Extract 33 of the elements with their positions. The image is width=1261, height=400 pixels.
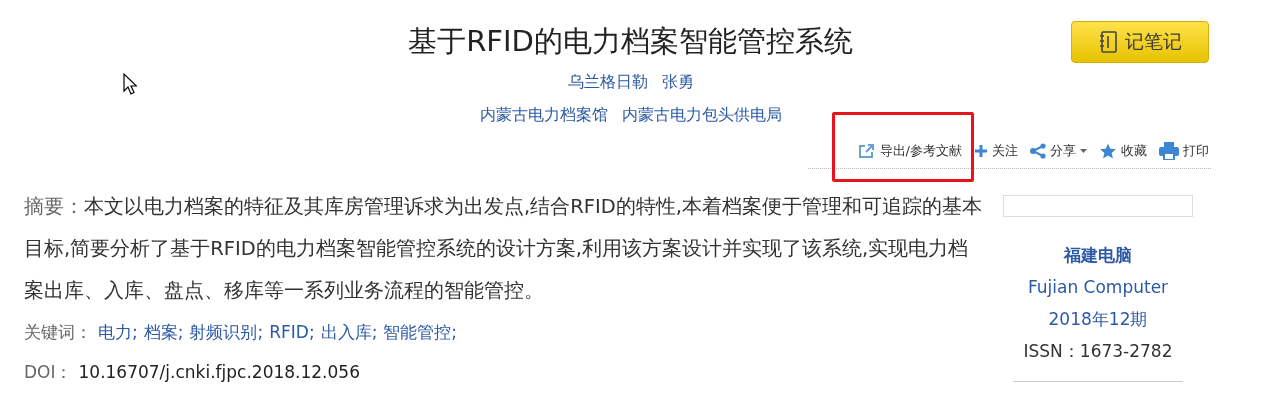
collect-link[interactable]: 收藏 xyxy=(1099,142,1147,160)
doi-value: 10.16707/j.cnki.fjpc.2018.12.056 xyxy=(78,361,360,384)
doi-label: DOI： xyxy=(24,361,73,384)
journal-name-english[interactable]: Fujian Computer xyxy=(1027,271,1169,303)
print-link[interactable]: 打印 xyxy=(1159,142,1209,160)
article-title: 基于RFID的电力档案智能管控系统 xyxy=(408,23,853,60)
follow-link[interactable]: 关注 xyxy=(974,142,1018,160)
affiliation-link[interactable]: 内蒙古电力包头供电局 xyxy=(621,105,782,126)
notebook-icon xyxy=(1098,31,1117,53)
share-link[interactable]: 分享 xyxy=(1030,142,1087,160)
keyword-link[interactable]: 射频识别; xyxy=(189,312,264,352)
export-link[interactable]: 导出/参考文献 xyxy=(857,142,962,160)
star-icon xyxy=(1099,142,1117,160)
affiliation-link[interactable]: 内蒙古电力档案馆 xyxy=(479,105,608,126)
keyword-link[interactable]: 智能管控; xyxy=(383,312,458,352)
keyword-link[interactable]: 出入库; xyxy=(320,312,378,352)
printer-icon xyxy=(1159,142,1179,160)
author-link[interactable]: 张勇 xyxy=(661,72,694,93)
take-notes-button[interactable]: 记笔记 xyxy=(1071,21,1209,63)
mouse-cursor-icon xyxy=(123,73,137,95)
journal-name[interactable]: 福建电脑 xyxy=(1064,239,1132,271)
keyword-link[interactable]: 档案; xyxy=(143,312,184,352)
author-link[interactable]: 乌兰格日勒 xyxy=(567,72,648,93)
plus-icon xyxy=(974,144,988,158)
keyword-link[interactable]: RFID; xyxy=(269,312,315,352)
caret-icon xyxy=(1080,149,1087,153)
journal-issn: ISSN：1673-2782 xyxy=(1023,340,1173,363)
keywords-label: 关键词： xyxy=(24,321,92,344)
journal-issue[interactable]: 2018年12期 xyxy=(1048,303,1148,335)
keyword-link[interactable]: 电力; xyxy=(98,312,138,352)
share-icon xyxy=(1030,143,1046,159)
abstract-paragraph: 摘要：本文以电力档案的特征及其库房管理诉求为出发点,结合RFID的特性,本着档案便于管理和可追踪的基本目标,简要分析了基于RFID的电力档案智能管控系统的设计方案,利用该方案设计并实现了该系统,实现电力档案出库、入库、盘点、移库等一系列业务流程的智能管控。 xyxy=(24,194,983,304)
export-icon xyxy=(857,143,876,159)
